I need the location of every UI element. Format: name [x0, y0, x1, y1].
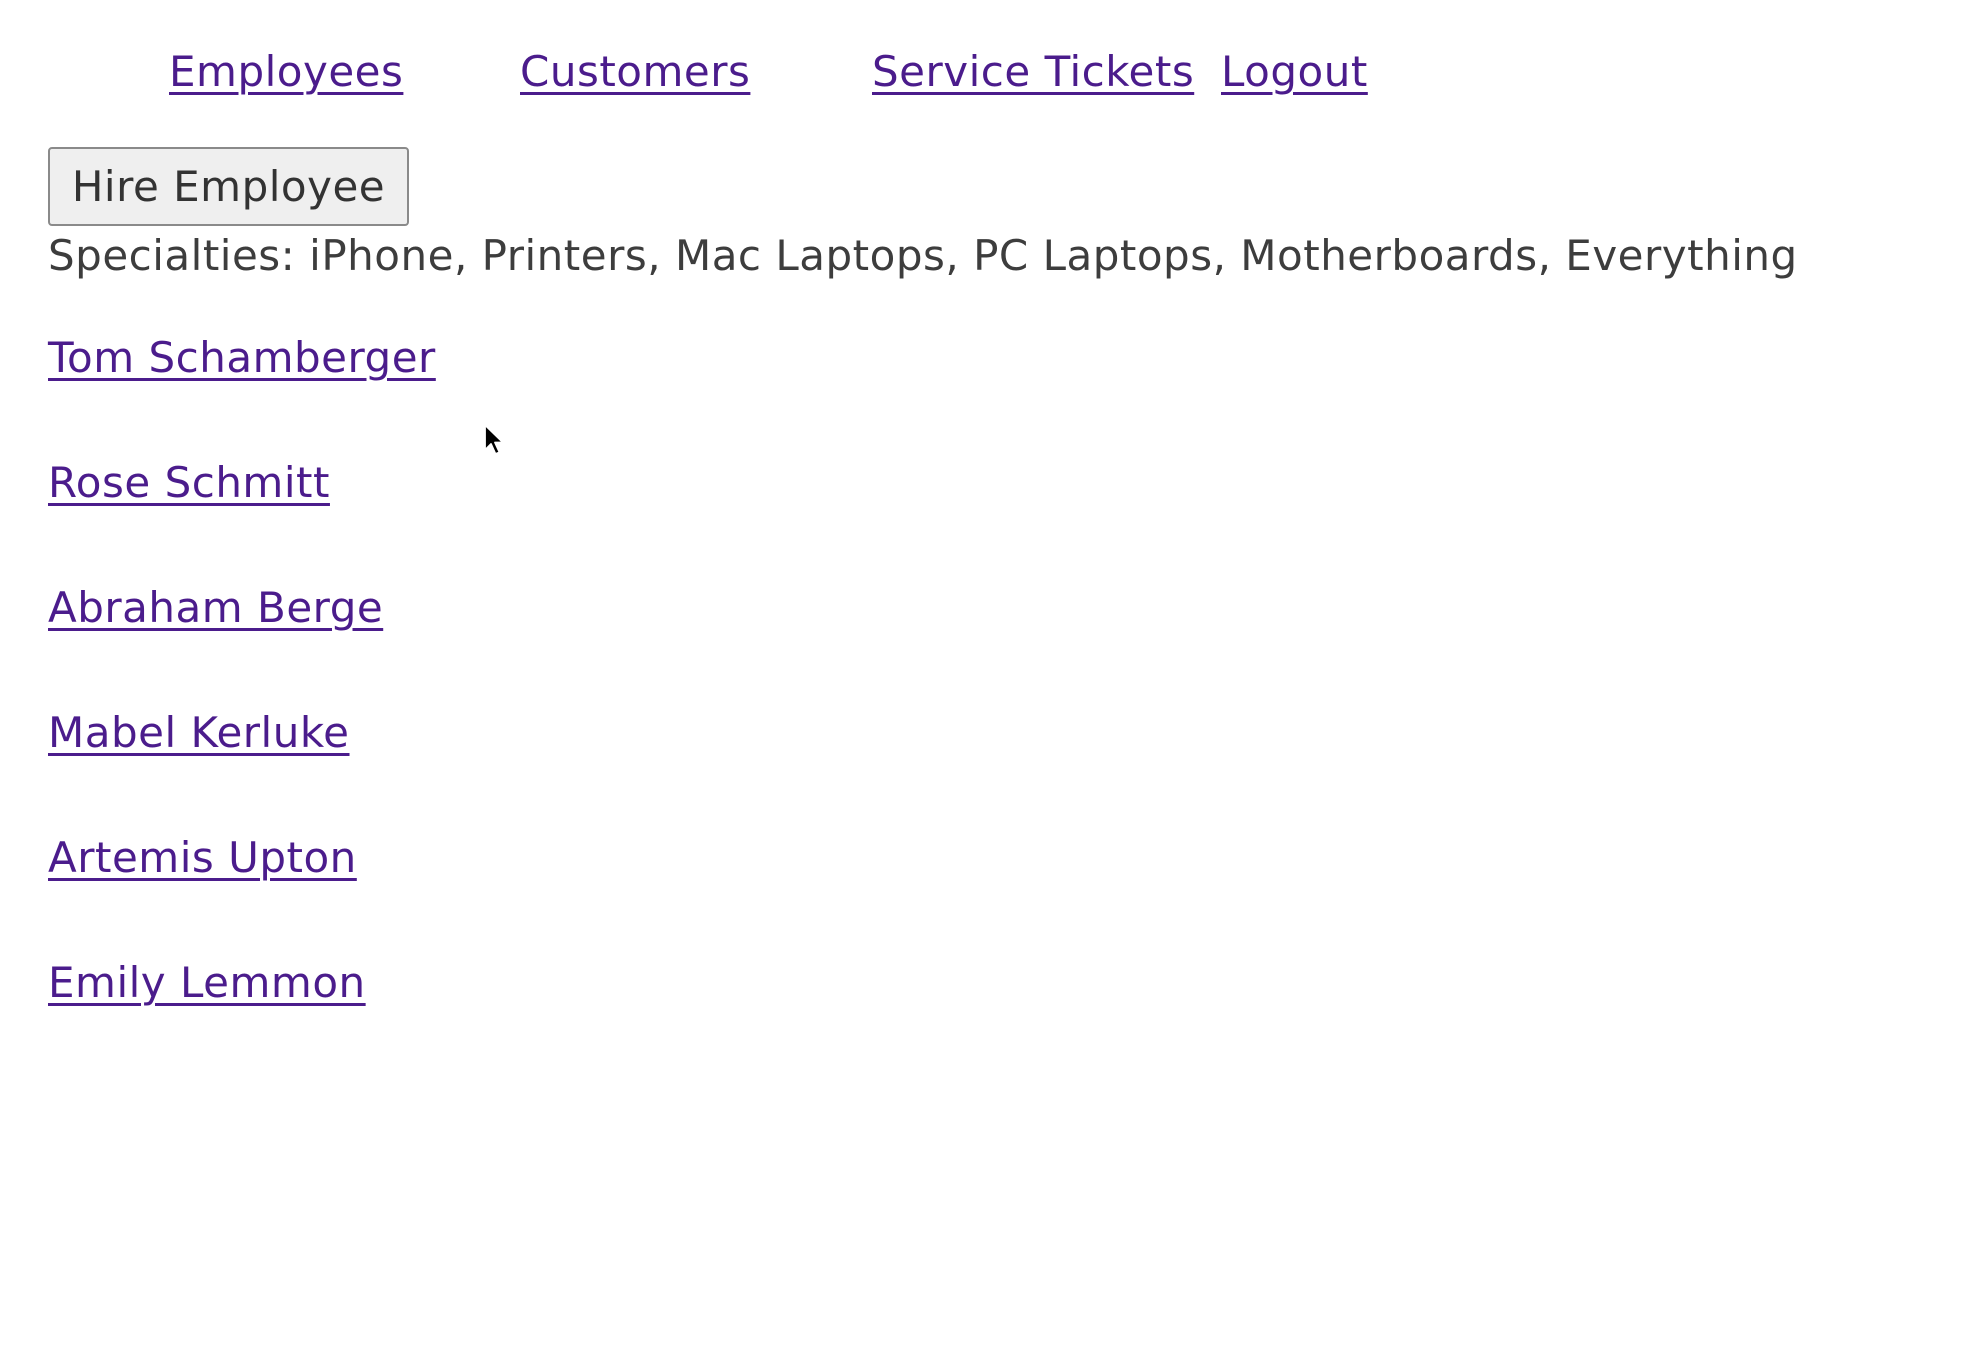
employee-link[interactable]: Tom Schamberger [48, 333, 436, 382]
employee-link[interactable]: Rose Schmitt [48, 458, 330, 507]
nav-link-logout[interactable]: Logout [1221, 44, 1368, 100]
employee-link[interactable]: Abraham Berge [48, 583, 383, 632]
main-nav: Employees Customers Service Tickets Logo… [0, 44, 1968, 100]
employee-link[interactable]: Mabel Kerluke [48, 708, 350, 757]
list-item: Abraham Berge [48, 580, 436, 705]
specialties-summary: Specialties: iPhone, Printers, Mac Lapto… [48, 231, 1798, 280]
employee-link[interactable]: Emily Lemmon [48, 958, 366, 1007]
employee-list: Tom Schamberger Rose Schmitt Abraham Ber… [48, 330, 436, 1080]
nav-link-employees[interactable]: Employees [169, 44, 403, 100]
mouse-pointer-icon [484, 424, 504, 455]
employee-link[interactable]: Artemis Upton [48, 833, 357, 882]
list-item: Emily Lemmon [48, 955, 436, 1080]
hire-employee-button[interactable]: Hire Employee [48, 147, 409, 226]
nav-link-service-tickets[interactable]: Service Tickets [872, 44, 1194, 100]
nav-link-customers[interactable]: Customers [520, 44, 750, 100]
list-item: Mabel Kerluke [48, 705, 436, 830]
list-item: Rose Schmitt [48, 455, 436, 580]
list-item: Artemis Upton [48, 830, 436, 955]
list-item: Tom Schamberger [48, 330, 436, 455]
